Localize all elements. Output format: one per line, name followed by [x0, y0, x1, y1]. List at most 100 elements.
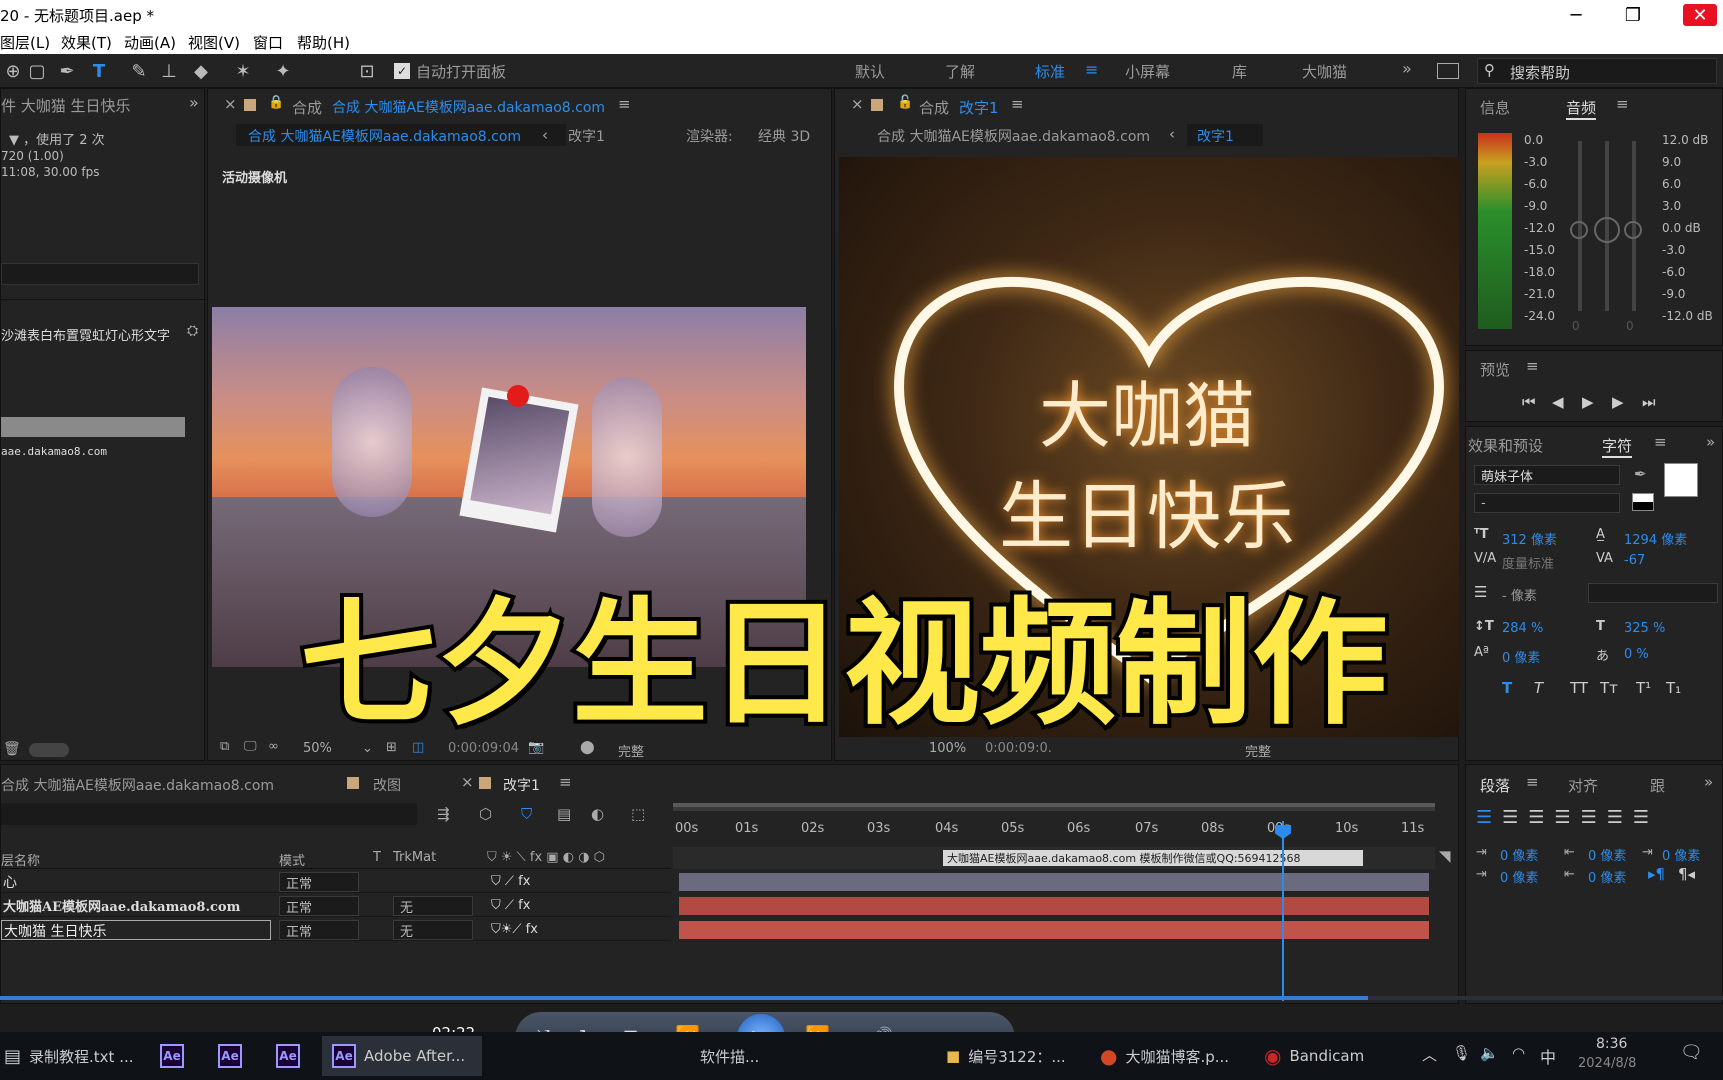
- baseline-value[interactable]: 0 像素: [1502, 647, 1540, 666]
- project-scrollbar[interactable]: [29, 743, 69, 757]
- layer-row-3[interactable]: 大咖猫 生日快乐 正常 无 ⛉☀⟋ fx: [1, 919, 671, 941]
- roto-tool-icon[interactable]: ✶: [230, 58, 256, 84]
- taskbar-software[interactable]: 软件描...: [700, 1036, 759, 1076]
- comp2-tab-name[interactable]: 改字1: [959, 97, 999, 118]
- tracker-tab[interactable]: 跟: [1650, 775, 1665, 796]
- eraser-tool-icon[interactable]: ◆: [188, 58, 214, 84]
- timeline-tab-gaizi[interactable]: 改字1: [503, 775, 540, 795]
- panel-expand-icon[interactable]: »: [189, 93, 199, 112]
- font-family-select[interactable]: 萌妹子体: [1474, 465, 1620, 485]
- project-item-selected[interactable]: [1, 417, 185, 437]
- timeline-tab-main[interactable]: 合成 大咖猫AE模板网aae.dakamao8.com: [1, 775, 274, 795]
- project-item-1[interactable]: 沙滩表白布置霓虹灯心形文字: [1, 325, 170, 344]
- menu-effect[interactable]: 效果(T): [61, 32, 112, 53]
- marker-icon[interactable]: ◥: [1439, 847, 1451, 865]
- info-tab[interactable]: 信息: [1480, 97, 1510, 118]
- clock-time[interactable]: 8:36: [1596, 1036, 1627, 1052]
- chevron-left-icon-2[interactable]: ‹: [1169, 125, 1175, 143]
- menu-layer[interactable]: 图层(L): [0, 32, 50, 53]
- layer-bar-3[interactable]: [679, 921, 1429, 939]
- comp-menu-icon[interactable]: ≡: [618, 95, 631, 113]
- taskbar-notepad[interactable]: ▤ 录制教程.txt ...: [4, 1036, 134, 1076]
- effects-tab[interactable]: 效果和预设: [1468, 435, 1543, 456]
- justify-left-icon[interactable]: ☰: [1554, 807, 1570, 829]
- text-tool-icon[interactable]: T: [86, 58, 112, 84]
- align-tab[interactable]: 对齐: [1568, 775, 1598, 796]
- layer-2-trkmat[interactable]: 无: [393, 896, 473, 916]
- draft-3d-icon[interactable]: ⬡: [479, 805, 492, 823]
- align-center-icon[interactable]: ☰: [1502, 807, 1518, 829]
- subscript-icon[interactable]: T₁: [1666, 679, 1681, 697]
- workspace-default[interactable]: 默认: [855, 61, 885, 82]
- small-caps-icon[interactable]: Tт: [1600, 679, 1618, 697]
- menu-animation[interactable]: 动画(A): [124, 32, 176, 53]
- layer-1-switches[interactable]: ⛉ ⟋ fx: [491, 874, 530, 889]
- first-line-value[interactable]: 0 像素: [1662, 845, 1700, 864]
- frame-blend-icon[interactable]: ▤: [557, 805, 571, 823]
- layer-row-1[interactable]: 心 正常 ⛉ ⟋ fx: [1, 871, 671, 893]
- layer-1-mode[interactable]: 正常: [279, 872, 359, 892]
- layer-3-mode[interactable]: 正常: [279, 920, 359, 940]
- align-right-icon[interactable]: ☰: [1528, 807, 1544, 829]
- display-icon[interactable]: 🖵: [244, 739, 257, 754]
- workspace-standard[interactable]: 标准: [1035, 61, 1065, 82]
- taskbar-ae-2[interactable]: Ae: [218, 1036, 242, 1076]
- taskbar-folder[interactable]: ■ 编号3122：...: [946, 1036, 1066, 1076]
- character-menu-icon[interactable]: ≡: [1654, 433, 1667, 451]
- prev-frame-icon[interactable]: ◀: [1552, 393, 1564, 411]
- hand-tool-icon[interactable]: ⊕: [0, 58, 26, 84]
- layer-2-mode[interactable]: 正常: [279, 896, 359, 916]
- taskbar-ae-3[interactable]: Ae: [276, 1036, 300, 1076]
- maximize-button[interactable]: ❐: [1610, 0, 1656, 30]
- workspace-menu-icon[interactable]: ≡: [1085, 60, 1098, 79]
- faux-italic-icon[interactable]: T: [1534, 679, 1543, 697]
- menu-view[interactable]: 视图(V): [188, 32, 240, 53]
- close-tab-icon[interactable]: ×: [224, 95, 237, 113]
- pin-tool-icon[interactable]: ✦: [270, 58, 296, 84]
- rectangle-tool-icon[interactable]: ▢: [24, 58, 50, 84]
- close-button[interactable]: ✕: [1683, 4, 1717, 26]
- playhead[interactable]: [1282, 821, 1284, 1001]
- taskbar-bandicam[interactable]: ◉ Bandicam: [1264, 1036, 1364, 1076]
- mask-icon[interactable]: ∞: [268, 739, 279, 754]
- menu-help[interactable]: 帮助(H): [297, 32, 350, 53]
- next-frame-icon[interactable]: ▶: [1612, 393, 1624, 411]
- notification-icon[interactable]: 🗨: [1680, 1042, 1703, 1063]
- hscale-value[interactable]: 325 %: [1624, 621, 1665, 636]
- character-tab[interactable]: 字符: [1602, 435, 1633, 458]
- timeline-menu-icon[interactable]: ≡: [559, 773, 572, 791]
- slider-knob-master[interactable]: [1594, 217, 1620, 243]
- first-frame-icon[interactable]: ⏮: [1522, 393, 1536, 411]
- layer-3-name-field[interactable]: 大咖猫 生日快乐: [1, 920, 271, 940]
- indent-left-value[interactable]: 0 像素: [1500, 845, 1538, 864]
- region-icon[interactable]: ⧉: [220, 739, 229, 754]
- layer-3-trkmat[interactable]: 无: [393, 920, 473, 940]
- layer-bar-2[interactable]: [679, 897, 1429, 915]
- tracking-value[interactable]: -67: [1624, 553, 1645, 568]
- space-after-value[interactable]: 0 像素: [1588, 867, 1626, 886]
- breadcrumb2-comp[interactable]: 合成 大咖猫AE模板网aae.dakamao8.com: [877, 126, 1150, 146]
- taskbar-ae-1[interactable]: Ae: [160, 1036, 184, 1076]
- justify-all-icon[interactable]: ☰: [1633, 807, 1649, 829]
- close-tab-icon-2[interactable]: ×: [851, 95, 864, 113]
- ime-indicator[interactable]: 中: [1540, 1044, 1556, 1068]
- graph-editor-icon[interactable]: ⬚: [631, 805, 645, 823]
- font-size-value[interactable]: 312 像素: [1502, 529, 1557, 548]
- breadcrumb-comp[interactable]: 合成 大咖猫AE模板网aae.dakamao8.com: [248, 126, 521, 146]
- taskbar-ae-main[interactable]: Ae Adobe After...: [322, 1036, 482, 1076]
- slider-knob-left[interactable]: [1570, 221, 1588, 239]
- shy-icon[interactable]: ⛉: [521, 805, 532, 823]
- eyedropper-icon[interactable]: ✒: [1634, 465, 1647, 483]
- lock-icon-2[interactable]: 🔓: [897, 95, 913, 110]
- ltr-icon[interactable]: ▸¶: [1648, 865, 1665, 883]
- workspace-learn[interactable]: 了解: [945, 61, 975, 82]
- work-area-bar[interactable]: [673, 803, 1435, 811]
- comp2-menu-icon[interactable]: ≡: [1011, 95, 1024, 113]
- workspace-dakamao[interactable]: 大咖猫: [1302, 61, 1347, 82]
- close-timeline-tab-icon[interactable]: ×: [461, 773, 474, 791]
- lock-icon[interactable]: 🔒: [268, 95, 284, 110]
- all-caps-icon[interactable]: TT: [1570, 679, 1588, 697]
- layer-2-switches[interactable]: ⛉ ⟋ fx: [491, 898, 530, 913]
- stroke-type-select[interactable]: [1588, 583, 1718, 603]
- faux-bold-icon[interactable]: T: [1502, 679, 1512, 697]
